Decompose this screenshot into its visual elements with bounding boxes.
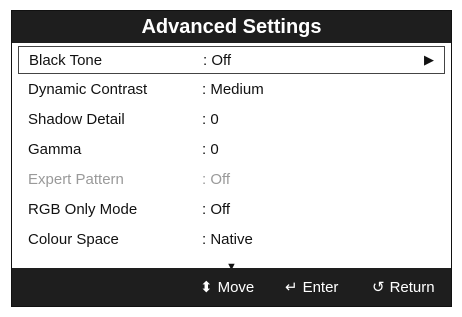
advanced-settings-panel: Advanced Settings Black Tone : Off ▶ Dyn… xyxy=(11,10,452,307)
menu-item-value: : 0 xyxy=(202,141,219,158)
menu-item-value: : Off xyxy=(202,201,231,218)
menu-item-value: : Off xyxy=(203,52,232,69)
panel-title: Advanced Settings xyxy=(12,11,451,43)
menu-item-label: Black Tone xyxy=(29,52,103,69)
menu-item-expert-pattern: Expert Pattern : Off xyxy=(18,166,445,194)
menu-item-label: RGB Only Mode xyxy=(28,201,138,218)
enter-hint: ↵ Enter xyxy=(285,278,338,296)
return-hint: ↺ Return xyxy=(372,278,435,296)
menu-item-label: Shadow Detail xyxy=(28,111,125,128)
enter-icon: ↵ xyxy=(285,279,298,296)
menu-item-rgb-only-mode[interactable]: RGB Only Mode : Off xyxy=(18,196,445,224)
settings-menu: Black Tone : Off ▶ Dynamic Contrast : Me… xyxy=(12,43,451,278)
menu-item-label: Dynamic Contrast xyxy=(28,81,148,98)
menu-item-black-tone[interactable]: Black Tone : Off ▶ xyxy=(18,46,445,74)
right-arrow-icon: ▶ xyxy=(424,52,434,67)
menu-item-label: Colour Space xyxy=(28,231,119,248)
return-label: Return xyxy=(389,279,435,296)
enter-label: Enter xyxy=(302,279,339,296)
menu-item-value: : Native xyxy=(202,231,253,248)
menu-item-shadow-detail[interactable]: Shadow Detail : 0 xyxy=(18,106,445,134)
move-hint: ⬍ Move xyxy=(200,278,254,296)
footer-hints: ⬍ Move ↵ Enter ↺ Return xyxy=(12,268,451,306)
menu-item-value: : 0 xyxy=(202,111,219,128)
menu-item-label: Expert Pattern xyxy=(28,171,124,188)
menu-item-value: : Off xyxy=(202,171,231,188)
move-icon: ⬍ xyxy=(200,279,213,296)
menu-item-colour-space[interactable]: Colour Space : Native xyxy=(18,226,445,254)
menu-item-gamma[interactable]: Gamma : 0 xyxy=(18,136,445,164)
menu-item-dynamic-contrast[interactable]: Dynamic Contrast : Medium xyxy=(18,76,445,104)
menu-item-label: Gamma xyxy=(28,141,82,158)
move-label: Move xyxy=(217,279,255,296)
return-icon: ↺ xyxy=(372,279,385,296)
menu-item-value: : Medium xyxy=(202,81,264,98)
